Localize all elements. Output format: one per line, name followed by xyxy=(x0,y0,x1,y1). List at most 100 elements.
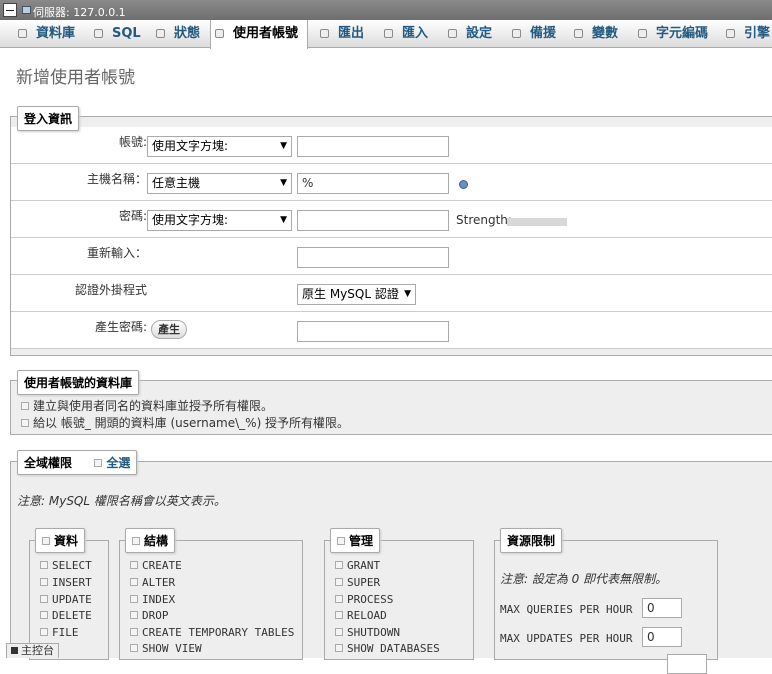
structure-group-legend[interactable]: 結構 xyxy=(125,528,176,553)
server-icon xyxy=(22,6,31,14)
max-queries-input[interactable]: 0 xyxy=(642,598,682,618)
check-all-checkbox[interactable] xyxy=(94,459,103,467)
hostname-type-select[interactable]: 任意主機 ▼ xyxy=(147,173,292,194)
dropdown-arrow-icon: ▼ xyxy=(404,289,411,299)
checkbox[interactable] xyxy=(21,419,29,427)
checkbox[interactable] xyxy=(132,537,140,545)
checkbox[interactable] xyxy=(40,578,48,586)
variables-icon xyxy=(574,29,583,38)
tab-sql[interactable]: SQL xyxy=(90,20,141,48)
privilege-update[interactable]: UPDATE xyxy=(40,593,92,606)
engines-icon xyxy=(726,29,735,38)
auth-plugin-row: 認證外掛程式 原生 MySQL 認證 ▼ xyxy=(11,275,772,312)
tab-variables[interactable]: 變數 xyxy=(570,20,618,48)
checkbox[interactable] xyxy=(130,628,138,636)
database-for-user-legend: 使用者帳號的資料庫 xyxy=(17,370,140,395)
tab-replication[interactable]: 備援 xyxy=(508,20,556,48)
privilege-grant[interactable]: GRANT xyxy=(335,559,380,572)
auth-plugin-select[interactable]: 原生 MySQL 認證 ▼ xyxy=(297,284,416,305)
global-privileges-fieldset: 注意: MySQL 權限名稱會以英文表示。 SELECT INSERT UPDA… xyxy=(10,461,772,674)
privilege-process[interactable]: PROCESS xyxy=(335,593,393,606)
server-breadcrumb-link[interactable]: 伺服器: 127.0.0.1 xyxy=(33,4,126,20)
checkbox[interactable] xyxy=(40,561,48,569)
tab-settings[interactable]: 設定 xyxy=(444,20,492,48)
administration-group-legend[interactable]: 管理 xyxy=(330,528,381,553)
privilege-insert[interactable]: INSERT xyxy=(40,576,92,589)
checkbox[interactable] xyxy=(42,537,50,545)
username-label: 帳號: xyxy=(118,135,147,149)
checkbox[interactable] xyxy=(335,628,343,636)
hostname-input[interactable]: % xyxy=(297,173,449,194)
checkbox[interactable] xyxy=(40,595,48,603)
dropdown-arrow-icon: ▼ xyxy=(280,141,287,151)
privilege-alter[interactable]: ALTER xyxy=(130,576,175,589)
retype-password-input[interactable] xyxy=(297,247,449,268)
privilege-show-view[interactable]: SHOW VIEW xyxy=(130,642,202,655)
checkbox[interactable] xyxy=(40,611,48,619)
checkbox[interactable] xyxy=(337,537,345,545)
generate-password-row: 產生密碼: 產生 xyxy=(11,312,772,349)
console-toggle-bar[interactable]: 主控台 xyxy=(6,643,59,658)
privilege-index[interactable]: INDEX xyxy=(130,593,175,606)
checkbox[interactable] xyxy=(130,561,138,569)
privilege-super[interactable]: SUPER xyxy=(335,576,380,589)
checkbox[interactable] xyxy=(335,644,343,652)
tab-engines[interactable]: 引擎 xyxy=(722,20,770,48)
dropdown-arrow-icon: ▼ xyxy=(280,178,287,188)
password-type-select[interactable]: 使用文字方塊: ▼ xyxy=(147,210,292,231)
checkbox[interactable] xyxy=(130,595,138,603)
tab-import[interactable]: 匯入 xyxy=(380,20,428,48)
tab-charsets[interactable]: 字元編碼 xyxy=(634,20,708,48)
resource-limits-legend: 資源限制 xyxy=(500,528,563,553)
checkbox[interactable] xyxy=(21,402,29,410)
privilege-delete[interactable]: DELETE xyxy=(40,609,92,622)
username-row: 帳號: 使用文字方塊: ▼ xyxy=(11,127,772,164)
password-input[interactable] xyxy=(297,210,449,231)
sql-icon xyxy=(94,29,103,38)
resource-limits-group: 注意: 設定為 0 即代表無限制。 MAX QUERIES PER HOUR 0… xyxy=(494,540,718,674)
privilege-drop[interactable]: DROP xyxy=(130,609,169,622)
password-strength-meter xyxy=(507,218,567,226)
privilege-shutdown[interactable]: SHUTDOWN xyxy=(335,626,400,639)
max-updates-input[interactable]: 0 xyxy=(642,627,682,647)
data-group-legend[interactable]: 資料 xyxy=(35,528,86,553)
checkbox[interactable] xyxy=(335,578,343,586)
checkbox[interactable] xyxy=(335,595,343,603)
settings-icon xyxy=(448,29,457,38)
status-icon xyxy=(156,29,165,38)
privilege-file[interactable]: FILE xyxy=(40,626,79,639)
checkbox[interactable] xyxy=(335,561,343,569)
privilege-show-databases[interactable]: SHOW DATABASES xyxy=(335,642,440,655)
tab-export[interactable]: 匯出 xyxy=(316,20,364,48)
grant-wildcard-db-option[interactable]: 給以 帳號_ 開頭的資料庫 (username\_%) 授予所有權限。 xyxy=(21,414,349,431)
username-type-select[interactable]: 使用文字方塊: ▼ xyxy=(147,136,292,157)
privilege-select[interactable]: SELECT xyxy=(40,559,92,572)
max-updates-label: MAX UPDATES PER HOUR xyxy=(500,632,633,645)
tab-user-accounts[interactable]: 使用者帳號 xyxy=(210,20,308,49)
generated-password-input[interactable] xyxy=(297,321,449,342)
checkbox[interactable] xyxy=(335,611,343,619)
resource-limits-note: 注意: 設定為 0 即代表無限制。 xyxy=(500,572,668,586)
password-row: 密碼: 使用文字方塊: ▼ Strength: xyxy=(11,201,772,238)
checkbox[interactable] xyxy=(40,628,48,636)
help-icon[interactable] xyxy=(459,180,468,189)
generate-password-button[interactable]: 產生 xyxy=(151,320,187,339)
auth-plugin-label: 認證外掛程式 xyxy=(74,283,147,297)
tab-databases[interactable]: 資料庫 xyxy=(14,20,75,48)
page-title: 新增使用者帳號 xyxy=(16,68,135,88)
check-all-label[interactable]: 全選 xyxy=(106,456,130,470)
privilege-create[interactable]: CREATE xyxy=(130,559,182,572)
retype-row: 重新輸入： xyxy=(11,238,772,275)
create-same-name-db-option[interactable]: 建立與使用者同名的資料庫並授予所有權限。 xyxy=(21,397,273,414)
checkbox[interactable] xyxy=(130,644,138,652)
username-input[interactable] xyxy=(297,136,449,157)
checkbox[interactable] xyxy=(130,611,138,619)
privilege-reload[interactable]: RELOAD xyxy=(335,609,387,622)
tab-status[interactable]: 狀態 xyxy=(152,20,200,48)
checkbox[interactable] xyxy=(130,578,138,586)
database-icon xyxy=(18,29,27,38)
max-connections-input[interactable] xyxy=(667,654,707,674)
collapse-navigation-toggle[interactable] xyxy=(3,3,17,17)
privilege-create-temporary-tables[interactable]: CREATE TEMPORARY TABLES xyxy=(130,626,294,639)
retype-label: 重新輸入： xyxy=(86,246,147,260)
